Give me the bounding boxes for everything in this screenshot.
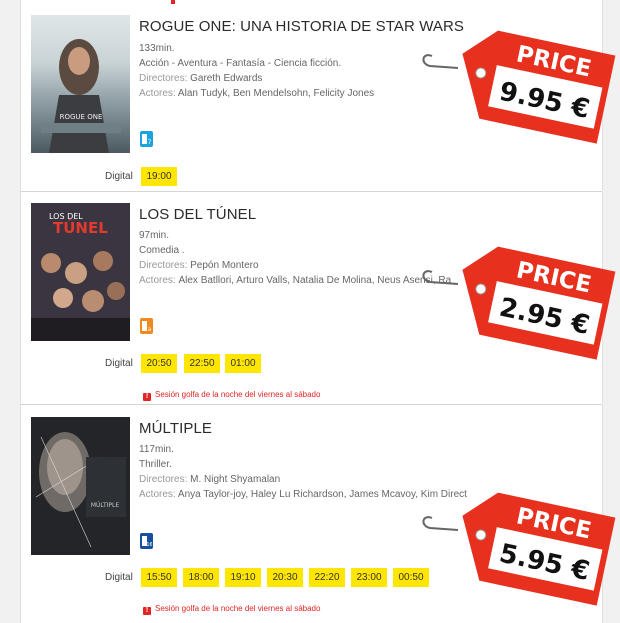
age-rating-icon: 16 (140, 533, 153, 549)
poster-title-text: MÚLTIPLE (91, 502, 119, 509)
showtime-button[interactable]: 20:50 (141, 354, 177, 373)
age-rating-icon: 7 (140, 131, 153, 147)
poster-art: ROGUE ONE (41, 39, 121, 153)
movie-genres: Comedia . (139, 245, 185, 256)
directors-label: Directores: (139, 260, 188, 271)
directors-label: Directores: (139, 474, 188, 485)
format-label: Digital (105, 572, 133, 583)
format-label: Digital (105, 171, 133, 182)
showtime-button[interactable]: 20:30 (267, 568, 303, 587)
showtime-button[interactable]: 23:00 (351, 568, 387, 587)
showtime-button[interactable]: 01:00 (225, 354, 261, 373)
actors-label: Actores: (139, 489, 176, 500)
movie-directors: Directores: Gareth Edwards (139, 73, 262, 84)
movie-title[interactable]: MÚLTIPLE (139, 420, 212, 437)
price-tag: PRICE 2.95 € (422, 246, 616, 360)
poster-art: MÚLTIPLE (31, 417, 130, 555)
showtime-button[interactable]: 19:10 (225, 568, 261, 587)
age-rating-icon: a (140, 318, 153, 334)
movie-duration: 117min. (139, 444, 174, 455)
actors-label: Actores: (139, 88, 176, 99)
movie-duration: 133min. (139, 43, 175, 54)
format-label: Digital (105, 358, 133, 369)
movie-directors: Directores: M. Night Shyamalan (139, 474, 280, 485)
price-tag: PRICE 9.95 € (422, 30, 616, 144)
movie-actors: Actores: Àlex Batllori, Arturo Valls, Na… (139, 275, 451, 286)
late-session-note: ! Sesión golfa de la noche del viernes al… (143, 390, 320, 401)
actors-label: Actores: (139, 275, 176, 286)
svg-text:16: 16 (146, 542, 152, 548)
movie-duration: 97min. (139, 230, 170, 241)
movie-actors: Actores: Alan Tudyk, Ben Mendelsohn, Fel… (139, 88, 374, 99)
showtime-button[interactable]: 15:50 (141, 568, 177, 587)
svg-text:a: a (148, 326, 152, 333)
movie-title[interactable]: LOS DEL TÚNEL (139, 206, 256, 223)
note-text: Sesión golfa de la noche del viernes al … (155, 390, 321, 399)
showtime-button[interactable]: 22:50 (184, 354, 220, 373)
movie-genres: Thriller. (139, 459, 172, 470)
poster-title-text: ROGUE ONE (60, 113, 103, 121)
exclamation-icon: ! (143, 607, 151, 615)
showtime-button[interactable]: 18:00 (183, 568, 219, 587)
price-tag: PRICE 5.95 € (422, 492, 616, 606)
directors-value: M. Night Shyamalan (190, 474, 281, 485)
directors-value: Gareth Edwards (190, 73, 263, 84)
late-session-note: ! Sesión golfa de la noche del viernes al… (143, 604, 320, 615)
poster-title-text: TÚNEL (53, 218, 108, 237)
svg-text:7: 7 (148, 139, 152, 146)
movie-poster[interactable]: LOS DEL TÚNEL (31, 203, 130, 341)
movie-genres: Acción - Aventura - Fantasía - Ciencia f… (139, 58, 342, 69)
movie-title[interactable]: ROGUE ONE: UNA HISTORIA DE STAR WARS (139, 18, 464, 35)
showtime-button[interactable]: 22:20 (309, 568, 345, 587)
movie-poster[interactable]: ROGUE ONE (31, 15, 130, 153)
directors-value: Pepón Montero (190, 260, 259, 271)
directors-label: Directores: (139, 73, 188, 84)
poster-art: LOS DEL TÚNEL (31, 203, 130, 341)
exclamation-icon: ! (143, 393, 151, 401)
actors-value: Alan Tudyk, Ben Mendelsohn, Felicity Jon… (177, 88, 375, 99)
movie-poster[interactable]: MÚLTIPLE (31, 417, 130, 555)
note-text: Sesión golfa de la noche del viernes al … (155, 604, 321, 613)
actors-value: Àlex Batllori, Arturo Valls, Natalia De … (178, 275, 451, 286)
showtime-button[interactable]: 19:00 (141, 167, 177, 186)
movie-directors: Directores: Pepón Montero (139, 260, 259, 271)
